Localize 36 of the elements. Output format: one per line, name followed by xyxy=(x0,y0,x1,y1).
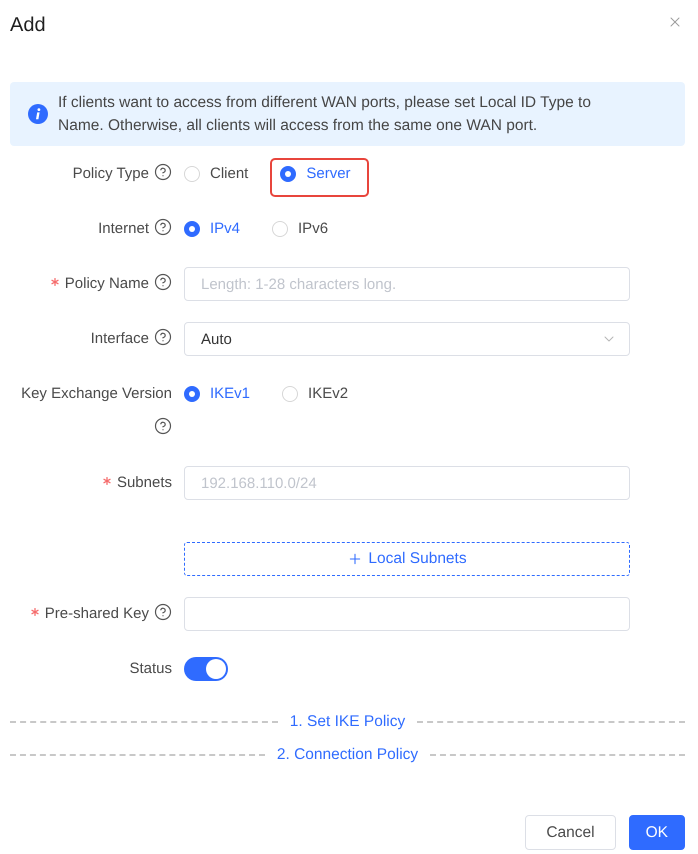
radio-icon[interactable] xyxy=(280,166,296,182)
dialog-title: Add xyxy=(10,13,46,38)
radio-option[interactable]: IKEv1 xyxy=(184,384,250,404)
radio-icon[interactable] xyxy=(184,221,200,237)
dropdown-select[interactable]: Auto xyxy=(184,322,630,356)
info-icon xyxy=(28,104,48,124)
add-subnet-button[interactable]: Local Subnets xyxy=(184,542,630,576)
help-icon[interactable] xyxy=(154,603,172,621)
help-icon[interactable] xyxy=(154,218,172,236)
radio-option[interactable]: IKEv2 xyxy=(282,384,348,404)
section-link[interactable]: 2. Connection Policy xyxy=(264,744,430,766)
toggle-switch[interactable] xyxy=(184,657,228,681)
field-label: Policy Name xyxy=(64,275,149,292)
field-label: Status xyxy=(129,660,172,677)
field-label: Key Exchange Version xyxy=(21,385,172,402)
text-field[interactable] xyxy=(184,597,630,631)
help-icon[interactable] xyxy=(154,273,172,291)
help-icon[interactable] xyxy=(154,328,172,346)
field-label: Internet xyxy=(98,220,149,237)
radio-option[interactable]: Client xyxy=(184,164,248,184)
radio-option[interactable]: IPv4 xyxy=(184,219,240,239)
text-field[interactable]: Length: 1-28 characters long. xyxy=(184,267,630,301)
radio-option[interactable]: IPv6 xyxy=(272,219,328,239)
radio-option[interactable]: Server xyxy=(280,164,351,184)
help-icon[interactable] xyxy=(154,417,172,435)
secondary-button[interactable]: Cancel xyxy=(525,815,616,850)
field-label: Subnets xyxy=(116,474,172,491)
field-label: Interface xyxy=(90,330,149,347)
field-label: Pre-shared Key xyxy=(44,605,149,622)
radio-icon[interactable] xyxy=(184,386,200,402)
info-message: If clients want to access from different WAN ports, please set Local ID Type to Name. Otherwise, all clients will access from the same one WAN port. xyxy=(58,93,592,136)
section-link[interactable]: 1. Set IKE Policy xyxy=(278,711,418,733)
field-label: Policy Type xyxy=(72,165,149,182)
text-field[interactable]: 192.168.110.0/24 xyxy=(184,466,630,500)
primary-button[interactable]: OK xyxy=(628,815,685,850)
help-icon[interactable] xyxy=(154,163,172,181)
